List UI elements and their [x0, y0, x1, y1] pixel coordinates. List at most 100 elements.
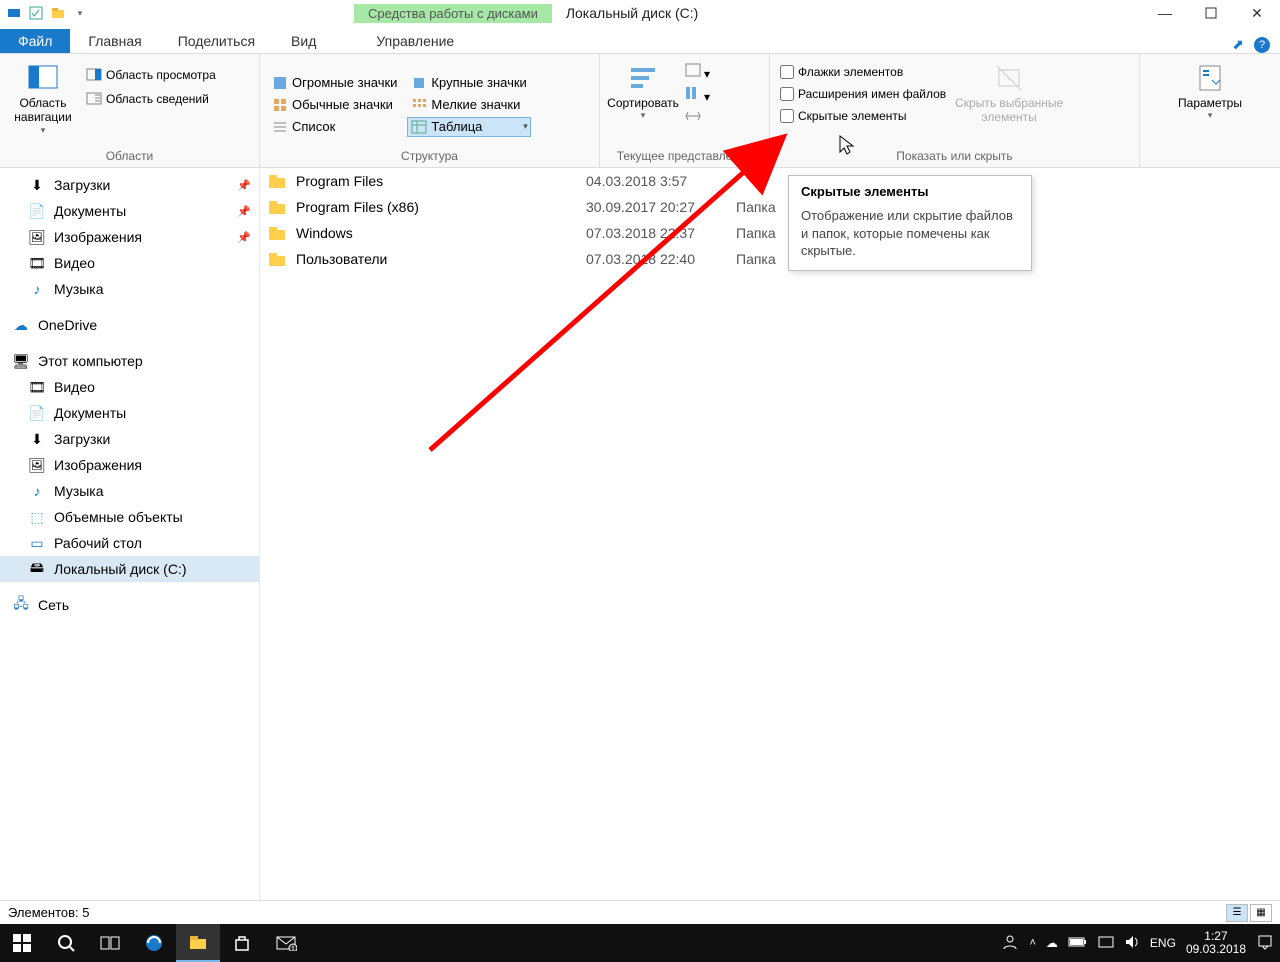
panes-group-label: Области — [8, 147, 251, 163]
layout-huge-icons[interactable]: Огромные значки — [268, 73, 401, 93]
document-icon: 📄 — [28, 202, 46, 220]
search-button[interactable] — [44, 924, 88, 962]
tab-home[interactable]: Главная — [70, 29, 159, 53]
add-columns-icon[interactable]: ▾ — [684, 85, 710, 104]
edge-button[interactable] — [132, 924, 176, 962]
help-icon[interactable]: ? — [1254, 37, 1270, 53]
file-date: 04.03.2018 3:57 — [586, 173, 736, 189]
navigation-pane-label: Область навигации — [8, 96, 78, 125]
preview-pane-button[interactable]: Область просмотра — [84, 64, 218, 86]
tab-file[interactable]: Файл — [0, 29, 70, 53]
video-icon: 🎞 — [28, 254, 46, 272]
file-row[interactable]: Program Files04.03.2018 3:57 — [260, 168, 1280, 194]
file-name: Windows — [296, 225, 586, 241]
qat-properties-icon[interactable] — [26, 3, 46, 23]
onedrive-icon: ☁ — [12, 316, 30, 334]
minimize-ribbon-icon[interactable]: ⬈ — [1232, 36, 1244, 53]
ribbon-tabs: Файл Главная Поделиться Вид Управление ⬈… — [0, 26, 1280, 54]
tab-share[interactable]: Поделиться — [160, 29, 273, 53]
navigation-tree[interactable]: ⬇Загрузки📌 📄Документы📌 🖼Изображения📌 🎞Ви… — [0, 168, 260, 912]
sidebar-item-music[interactable]: ♪Музыка — [0, 276, 259, 302]
system-icon[interactable] — [4, 3, 24, 23]
pin-icon: 📌 — [237, 179, 251, 192]
document-icon: 📄 — [28, 404, 46, 422]
details-pane-label: Область сведений — [106, 92, 209, 106]
notifications-icon[interactable] — [1256, 933, 1274, 954]
size-columns-icon[interactable] — [684, 108, 710, 127]
close-button[interactable]: ✕ — [1234, 0, 1280, 26]
qat-folder-icon[interactable] — [48, 3, 68, 23]
layout-details[interactable]: Таблица — [407, 117, 530, 137]
clock[interactable]: 1:27 09.03.2018 — [1186, 930, 1246, 956]
navigation-pane-button[interactable]: Область навигации ▾ — [8, 58, 78, 136]
sidebar-item-downloads[interactable]: ⬇Загрузки📌 — [0, 172, 259, 198]
hide-selected-button: Скрыть выбранные элементы — [954, 58, 1064, 125]
file-name: Пользователи — [296, 251, 586, 267]
sidebar-item-pc-videos[interactable]: 🎞Видео — [0, 374, 259, 400]
folder-icon — [268, 224, 286, 242]
task-view-button[interactable] — [88, 924, 132, 962]
sidebar-item-network[interactable]: 🖧Сеть — [0, 592, 259, 618]
sidebar-item-pc-3d[interactable]: ⬚Объемные объекты — [0, 504, 259, 530]
sidebar-item-this-pc[interactable]: 🖥Этот компьютер — [0, 348, 259, 374]
computer-icon: 🖥 — [12, 352, 30, 370]
music-icon: ♪ — [28, 280, 46, 298]
layout-list[interactable]: Список — [268, 117, 401, 137]
sidebar-item-pictures[interactable]: 🖼Изображения📌 — [0, 224, 259, 250]
sidebar-item-pc-documents[interactable]: 📄Документы — [0, 400, 259, 426]
layout-large-icons[interactable]: Крупные значки — [407, 73, 530, 93]
start-button[interactable] — [0, 924, 44, 962]
sidebar-item-local-disk[interactable]: 🖴Локальный диск (C:) — [0, 556, 259, 582]
battery-icon[interactable] — [1068, 936, 1088, 951]
mail-button[interactable]: 1 — [264, 924, 308, 962]
file-row[interactable]: Windows07.03.2018 22:37Папка — [260, 220, 1280, 246]
file-name: Program Files (x86) — [296, 199, 586, 215]
people-icon[interactable] — [1001, 933, 1019, 954]
download-icon: ⬇ — [28, 176, 46, 194]
maximize-button[interactable] — [1188, 0, 1234, 26]
sidebar-item-documents[interactable]: 📄Документы📌 — [0, 198, 259, 224]
sidebar-item-desktop[interactable]: ▭Рабочий стол — [0, 530, 259, 556]
cube-icon: ⬚ — [28, 508, 46, 526]
hidden-items-toggle[interactable]: Скрытые элементы — [778, 106, 948, 126]
qat-dropdown-icon[interactable]: ▾ — [70, 3, 90, 23]
sidebar-item-onedrive[interactable]: ☁OneDrive — [0, 312, 259, 338]
file-list[interactable]: Program Files04.03.2018 3:57Program File… — [260, 168, 1280, 912]
pictures-icon: 🖼 — [28, 456, 46, 474]
network-tray-icon[interactable] — [1098, 935, 1114, 952]
titlebar: ▾ Средства работы с дисками Локальный ди… — [0, 0, 1280, 26]
file-date: 07.03.2018 22:40 — [586, 251, 736, 267]
file-name: Program Files — [296, 173, 586, 189]
explorer-button[interactable] — [176, 924, 220, 962]
sidebar-item-pc-downloads[interactable]: ⬇Загрузки — [0, 426, 259, 452]
pictures-icon: 🖼 — [28, 228, 46, 246]
folder-icon — [268, 172, 286, 190]
file-row[interactable]: Пользователи07.03.2018 22:40Папка — [260, 246, 1280, 272]
details-view-toggle[interactable]: ☰ — [1226, 904, 1248, 922]
onedrive-tray-icon[interactable]: ☁ — [1046, 936, 1058, 950]
language-indicator[interactable]: ENG — [1150, 936, 1176, 950]
network-icon: 🖧 — [12, 596, 30, 614]
tab-manage[interactable]: Управление — [358, 29, 472, 53]
tray-chevron-icon[interactable]: ˄ — [1029, 937, 1035, 949]
sidebar-item-videos[interactable]: 🎞Видео — [0, 250, 259, 276]
file-extensions-toggle[interactable]: Расширения имен файлов — [778, 84, 948, 104]
item-checkboxes-toggle[interactable]: Флажки элементов — [778, 62, 948, 82]
file-date: 30.09.2017 20:27 — [586, 199, 736, 215]
volume-icon[interactable] — [1124, 934, 1140, 953]
tab-view[interactable]: Вид — [273, 29, 334, 53]
file-row[interactable]: Program Files (x86)30.09.2017 20:27Папка — [260, 194, 1280, 220]
group-by-icon[interactable]: ▾ — [684, 62, 710, 81]
sidebar-item-pc-music[interactable]: ♪Музыка — [0, 478, 259, 504]
thumbnails-view-toggle[interactable]: ▦ — [1250, 904, 1272, 922]
details-pane-button[interactable]: Область сведений — [84, 88, 218, 110]
options-button[interactable]: Параметры ▾ — [1175, 58, 1245, 121]
sort-button[interactable]: Сортировать ▾ — [608, 58, 678, 121]
layout-small-icons[interactable]: Мелкие значки — [407, 95, 530, 115]
store-button[interactable] — [220, 924, 264, 962]
minimize-button[interactable]: — — [1142, 0, 1188, 26]
sidebar-item-pc-pictures[interactable]: 🖼Изображения — [0, 452, 259, 478]
context-tab-drive-tools: Средства работы с дисками — [354, 4, 552, 23]
window-title: Локальный диск (C:) — [566, 5, 699, 21]
layout-medium-icons[interactable]: Обычные значки — [268, 95, 401, 115]
